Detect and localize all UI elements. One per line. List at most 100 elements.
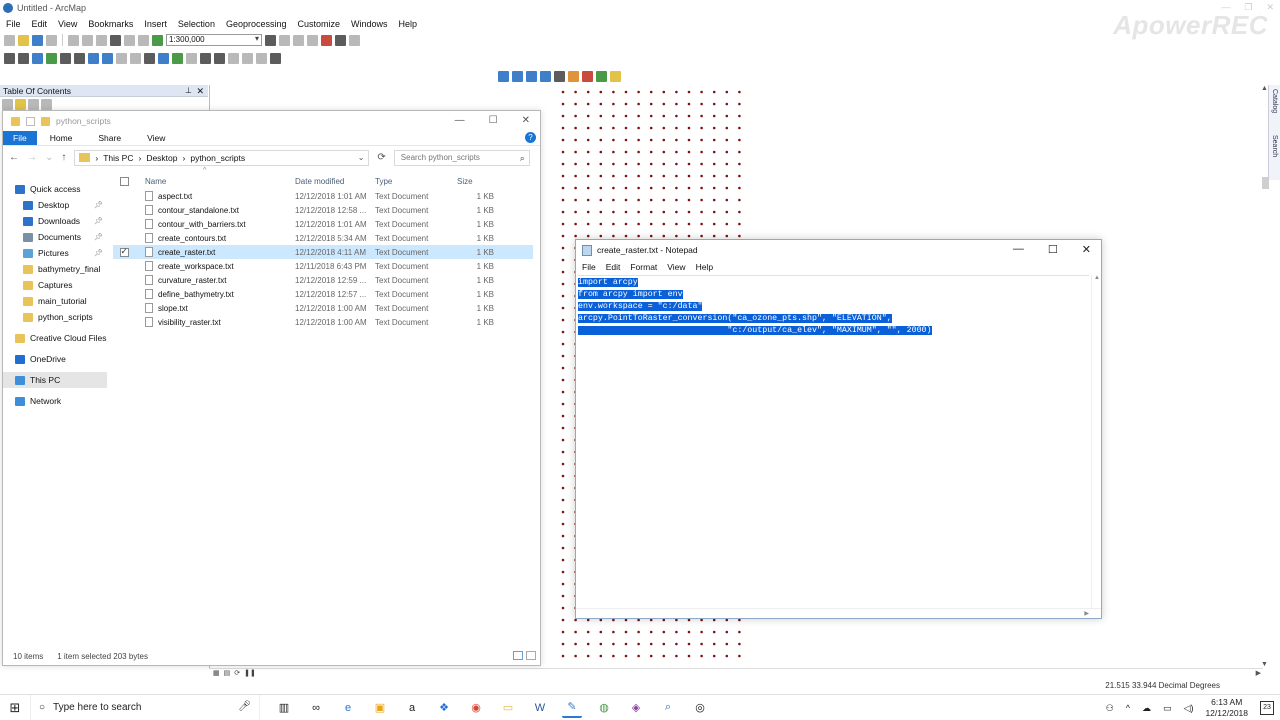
- microphone-icon[interactable]: 🎤︎: [238, 701, 251, 712]
- nav-item-pictures[interactable]: Pictures 📌︎: [3, 245, 107, 261]
- maximize-icon[interactable]: ☐: [1048, 243, 1058, 256]
- file-row[interactable]: define_bathymetry.txt 12/12/2018 12:57 ..…: [113, 287, 533, 301]
- help-icon[interactable]: ?: [525, 132, 536, 143]
- menu-help[interactable]: Help: [399, 19, 418, 29]
- list-by-visibility-icon[interactable]: [28, 98, 39, 110]
- task-view-icon[interactable]: ▥: [274, 698, 294, 718]
- html-popup-icon[interactable]: [186, 52, 197, 64]
- file-row[interactable]: visibility_raster.txt 12/12/2018 1:00 AM T…: [113, 315, 533, 329]
- address-dropdown-icon[interactable]: ⌄: [358, 153, 365, 162]
- show-hidden-icons-icon[interactable]: ^: [1126, 703, 1130, 713]
- editor-icon[interactable]: [265, 34, 276, 46]
- undo-icon[interactable]: [124, 34, 135, 46]
- catalog-icon[interactable]: [293, 34, 304, 46]
- notepad-menu-format[interactable]: Format: [630, 262, 657, 272]
- select-elements-icon[interactable]: [144, 52, 155, 64]
- fixed-zoom-out-icon[interactable]: [74, 52, 85, 64]
- time-slider-icon[interactable]: [256, 52, 267, 64]
- arcgis-icon[interactable]: ◍: [594, 698, 614, 718]
- select-all-checkbox[interactable]: [113, 176, 135, 186]
- zoom-in-icon[interactable]: [4, 52, 15, 64]
- search-window-icon[interactable]: [307, 34, 318, 46]
- layout-view-icon[interactable]: ▤: [224, 669, 231, 677]
- list-by-drawing-order-icon[interactable]: [2, 98, 13, 110]
- cortana-icon[interactable]: ∞: [306, 698, 326, 718]
- file-row[interactable]: slope.txt 12/12/2018 1:00 AM Text Document…: [113, 301, 533, 315]
- minimize-icon[interactable]: —: [455, 115, 465, 126]
- address-bar[interactable]: › This PC › Desktop › python_scripts ⌄: [74, 149, 370, 166]
- list-by-source-icon[interactable]: [15, 98, 26, 110]
- menu-view[interactable]: View: [58, 19, 77, 29]
- list-by-selection-icon[interactable]: [41, 98, 52, 110]
- clock[interactable]: 6:13 AM 12/12/2018: [1205, 697, 1248, 719]
- model-builder-icon[interactable]: [349, 34, 360, 46]
- recent-locations-icon[interactable]: ⌄: [45, 152, 53, 163]
- layout-zoom-in-icon[interactable]: [498, 70, 509, 82]
- nav-item-creative-cloud-files[interactable]: Creative Cloud Files: [3, 330, 107, 346]
- notepad-menu-file[interactable]: File: [582, 262, 596, 272]
- maximize-icon[interactable]: ☐: [489, 115, 498, 126]
- map-vertical-scrollbar[interactable]: ▲ ▼: [1261, 85, 1270, 668]
- volume-icon[interactable]: ◁): [1184, 703, 1194, 714]
- notepad-menu-help[interactable]: Help: [696, 262, 713, 272]
- details-view-icon[interactable]: [513, 651, 523, 660]
- save-icon[interactable]: [32, 34, 43, 46]
- python-window-icon[interactable]: [335, 34, 346, 46]
- notepad-horizontal-scrollbar[interactable]: ▶: [576, 608, 1101, 618]
- notepad-menu-view[interactable]: View: [667, 262, 685, 272]
- file-row[interactable]: contour_standalone.txt 12/12/2018 12:58 .…: [113, 203, 533, 217]
- search-tab[interactable]: Search: [1271, 135, 1278, 157]
- identify-icon[interactable]: [158, 52, 169, 64]
- onedrive-tray-icon[interactable]: ☁: [1142, 703, 1151, 714]
- amazon-icon[interactable]: a: [402, 698, 422, 718]
- copy-icon[interactable]: [82, 34, 93, 46]
- people-icon[interactable]: ⚇: [1106, 703, 1114, 714]
- layout-pan-icon[interactable]: [526, 70, 537, 82]
- nav-item-captures[interactable]: Captures: [3, 277, 107, 293]
- print-icon[interactable]: [46, 34, 57, 46]
- data-view-icon[interactable]: ▦: [213, 669, 220, 677]
- recorder-icon[interactable]: ◎: [690, 698, 710, 718]
- minimize-icon[interactable]: —: [1013, 243, 1024, 256]
- map-scale-select[interactable]: 1:300,000: [166, 34, 262, 46]
- network-icon[interactable]: ▭: [1163, 703, 1172, 714]
- refresh-view-icon[interactable]: ⟳: [234, 669, 240, 677]
- open-icon[interactable]: [18, 34, 29, 46]
- properties-icon[interactable]: [26, 116, 35, 126]
- focus-data-frame-icon[interactable]: [610, 70, 621, 82]
- breadcrumb-python-scripts[interactable]: python_scripts: [190, 153, 245, 163]
- hyperlink-icon[interactable]: [172, 52, 183, 64]
- toggle-draft-icon[interactable]: [596, 70, 607, 82]
- menu-edit[interactable]: Edit: [32, 19, 48, 29]
- ribbon-tab-share[interactable]: Share: [85, 131, 134, 145]
- scroll-up-icon[interactable]: ▲: [1094, 275, 1100, 281]
- new-folder-icon[interactable]: [41, 116, 50, 126]
- edge-icon[interactable]: e: [338, 698, 358, 718]
- nav-item-desktop[interactable]: Desktop 📌︎: [3, 197, 107, 213]
- close-icon[interactable]: ✕: [522, 115, 530, 126]
- find-route-icon[interactable]: [228, 52, 239, 64]
- layout-back-icon[interactable]: [568, 70, 579, 82]
- breadcrumb-desktop[interactable]: Desktop: [146, 153, 177, 163]
- file-row[interactable]: create_workspace.txt 12/11/2018 6:43 PM Te…: [113, 259, 533, 273]
- scroll-right-icon[interactable]: ▶: [1084, 610, 1089, 617]
- explorer-search-input[interactable]: Search python_scripts ⌕: [393, 149, 530, 166]
- nav-item-main-tutorial[interactable]: main_tutorial: [3, 293, 107, 309]
- toc-close-icon[interactable]: ✕: [196, 85, 204, 97]
- menu-bookmarks[interactable]: Bookmarks: [88, 19, 133, 29]
- add-data-icon[interactable]: [152, 34, 163, 46]
- scroll-thumb[interactable]: [1262, 177, 1269, 189]
- scroll-up-icon[interactable]: ▲: [1261, 85, 1268, 92]
- nav-item-network[interactable]: Network: [3, 393, 107, 409]
- clear-selection-icon[interactable]: [130, 52, 141, 64]
- menu-customize[interactable]: Customize: [298, 19, 341, 29]
- nav-item-python-scripts[interactable]: python_scripts: [3, 309, 107, 325]
- nav-item-this-pc[interactable]: This PC: [3, 372, 107, 388]
- nav-item-bathymetry-final[interactable]: bathymetry_final: [3, 261, 107, 277]
- column-type[interactable]: Type: [375, 177, 457, 186]
- pin-icon[interactable]: ⊥: [185, 85, 192, 97]
- nav-item-documents[interactable]: Documents 📌︎: [3, 229, 107, 245]
- pause-drawing-icon[interactable]: ❚❚: [244, 669, 256, 677]
- table-of-contents-icon[interactable]: [279, 34, 290, 46]
- zoom-whole-page-icon[interactable]: [540, 70, 551, 82]
